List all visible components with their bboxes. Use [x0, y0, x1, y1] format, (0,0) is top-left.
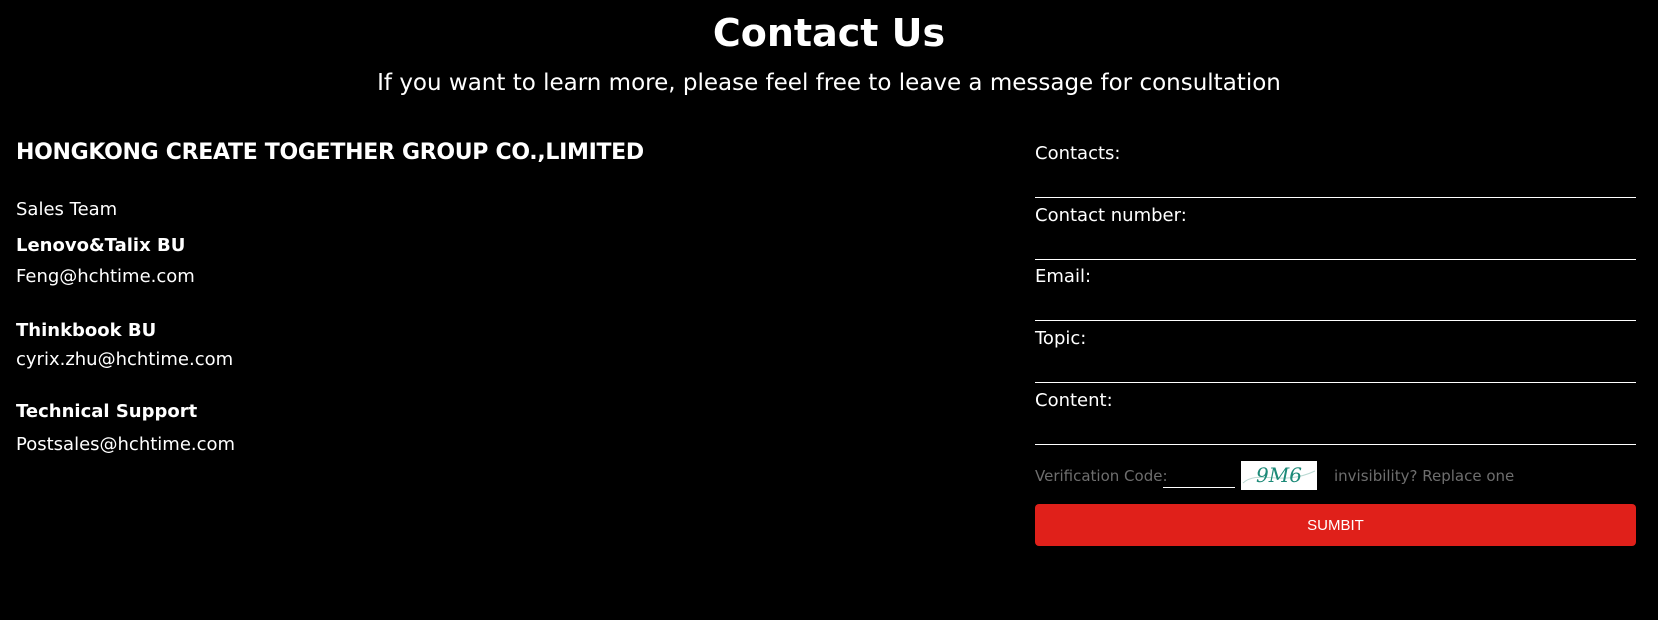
email-field: Email: — [1035, 261, 1636, 323]
verification-row: Verification Code: 9M6 invisibility? Rep… — [1035, 460, 1636, 492]
page-title: Contact Us — [712, 11, 946, 55]
verification-label: Verification Code: — [1035, 467, 1168, 485]
company-name: HONGKONG CREATE TOGETHER GROUP CO.,LIMIT… — [16, 140, 644, 165]
captcha-glyphs: 9M6 — [1242, 463, 1316, 487]
replace-captcha-link[interactable]: invisibility? Replace one — [1334, 466, 1514, 486]
unit-email-thinkbook[interactable]: cyrix.zhu@hchtime.com — [16, 348, 233, 372]
topic-field: Topic: — [1035, 323, 1636, 385]
contacts-field: Contacts: — [1035, 138, 1636, 200]
contact-number-input[interactable] — [1035, 224, 1636, 260]
captcha-image[interactable]: 9M6 — [1241, 461, 1317, 490]
unit-name-thinkbook: Thinkbook BU — [16, 320, 157, 341]
unit-name-lenovo: Lenovo&Talix BU — [16, 235, 186, 256]
unit-email-support[interactable]: Postsales@hchtime.com — [16, 433, 235, 457]
page-subtitle: If you want to learn more, please feel f… — [377, 70, 1281, 96]
team-label: Sales Team — [16, 199, 118, 220]
verification-input[interactable] — [1163, 464, 1235, 488]
contacts-input[interactable] — [1035, 162, 1636, 198]
content-field: Content: — [1035, 385, 1636, 447]
topic-input[interactable] — [1035, 347, 1636, 383]
unit-email-lenovo[interactable]: Feng@hchtime.com — [16, 265, 195, 289]
contact-number-field: Contact number: — [1035, 200, 1636, 262]
unit-name-support: Technical Support — [16, 401, 198, 422]
content-input[interactable] — [1035, 409, 1636, 445]
submit-button[interactable]: SUMBIT — [1035, 504, 1636, 546]
contact-page: Contact Us If you want to learn more, pl… — [0, 0, 1658, 620]
email-input[interactable] — [1035, 285, 1636, 321]
captcha-text: 9M6 — [1256, 463, 1302, 487]
